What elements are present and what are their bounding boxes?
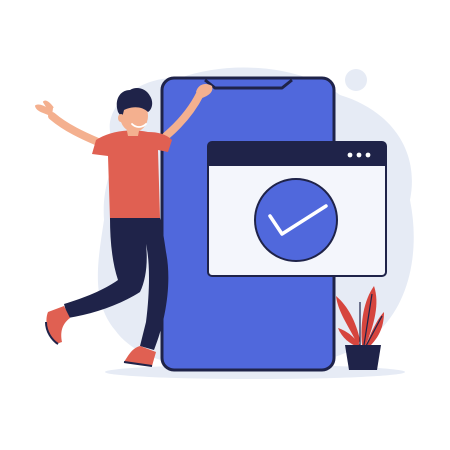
illustration-svg bbox=[35, 67, 414, 379]
browser-window bbox=[207, 141, 387, 277]
check-icon bbox=[254, 178, 338, 262]
success-illustration bbox=[0, 0, 450, 450]
small-bubble bbox=[345, 69, 367, 91]
more-dots-icon[interactable] bbox=[347, 152, 371, 158]
